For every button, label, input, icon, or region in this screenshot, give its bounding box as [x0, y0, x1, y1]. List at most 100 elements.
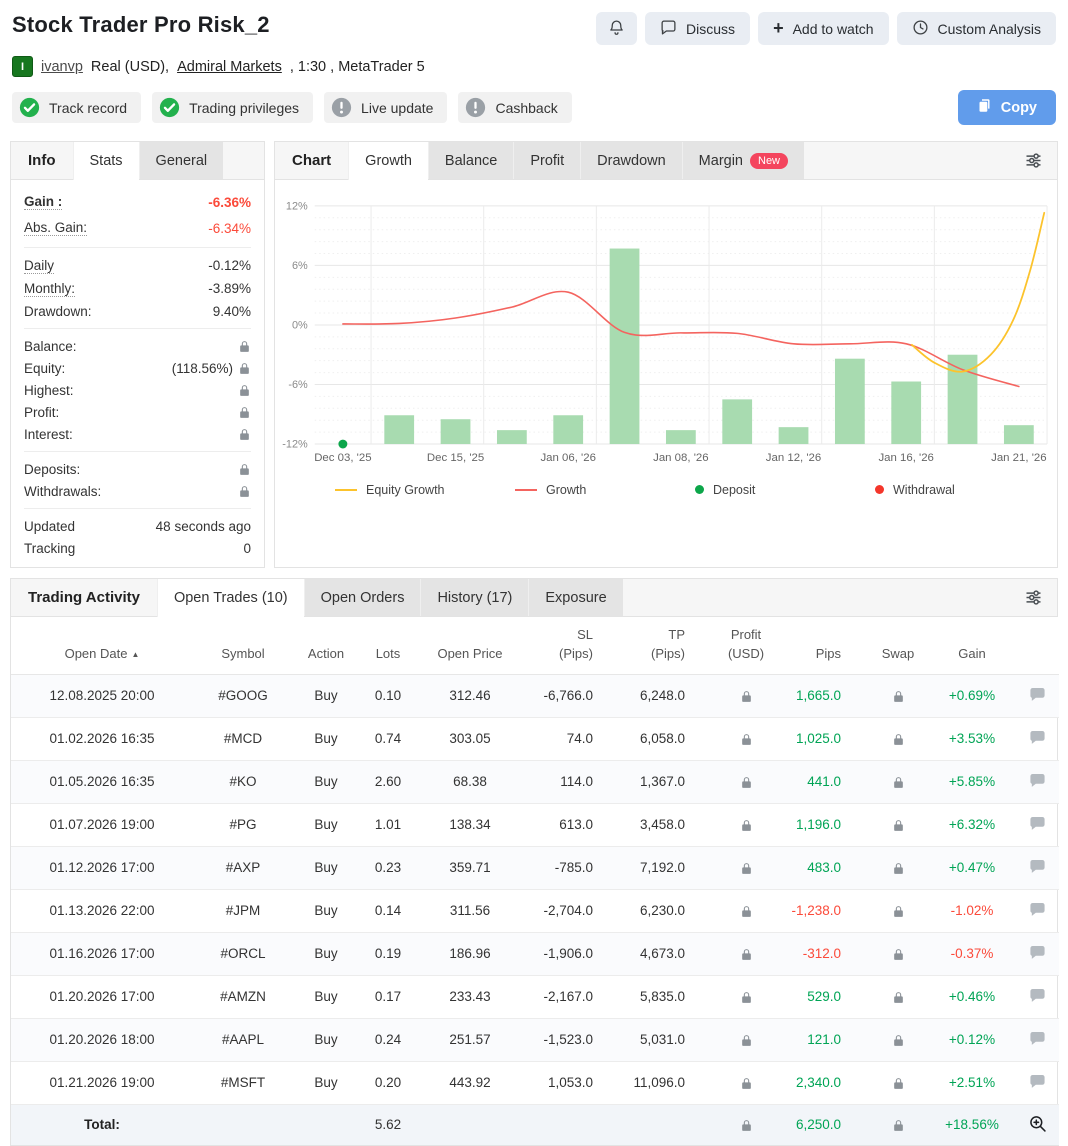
custom-analysis-button[interactable]: Custom Analysis: [897, 12, 1056, 45]
stat-label: Tracking: [24, 541, 75, 556]
discuss-button[interactable]: Discuss: [645, 12, 750, 45]
comment-icon: [1029, 1030, 1046, 1047]
page-root: Stock Trader Pro Risk_2 Discuss + Add to…: [0, 0, 1068, 1146]
info-tab-stats[interactable]: Stats: [73, 142, 139, 180]
pips-cell: 2,340.0: [781, 1061, 867, 1104]
column-header-gain[interactable]: Gain: [929, 617, 1015, 674]
lock-icon: [740, 905, 753, 918]
trading-tab-open-orders[interactable]: Open Orders: [304, 579, 421, 616]
trade-comment-button[interactable]: [1015, 932, 1059, 975]
stat-value: [238, 406, 251, 419]
growth-bar: [666, 430, 696, 444]
status-badge-live-update[interactable]: Live update: [324, 92, 447, 123]
lots-cell: 0.19: [359, 932, 417, 975]
status-badge-label: Trading privileges: [189, 100, 299, 116]
tp-cell: 5,835.0: [619, 975, 711, 1018]
action-cell: Buy: [293, 846, 359, 889]
stat-value: (118.56%): [172, 361, 251, 376]
trading-tab-history-17[interactable]: History (17): [420, 579, 528, 616]
svg-text:-6%: -6%: [288, 379, 308, 391]
symbol-cell: [193, 1104, 293, 1145]
legend-item-withdrawal[interactable]: Withdrawal: [875, 483, 1055, 497]
column-header-open_date[interactable]: Open Date▲: [11, 617, 193, 674]
copy-button[interactable]: Copy: [958, 90, 1056, 125]
legend-item-growth[interactable]: Growth: [515, 483, 695, 497]
pips-cell: 121.0: [781, 1018, 867, 1061]
column-header-action[interactable]: Action: [293, 617, 359, 674]
trading-tab-open-trades-10[interactable]: Open Trades (10): [157, 579, 304, 617]
chart-settings-button[interactable]: [1023, 142, 1057, 179]
trade-row-msft: 01.21.2026 19:00#MSFTBuy0.20443.921,053.…: [11, 1061, 1059, 1104]
chart-tab-balance[interactable]: Balance: [428, 142, 513, 179]
stat-label: Deposits:: [24, 462, 80, 477]
tab-label: History (17): [437, 590, 512, 606]
chart-tab-growth[interactable]: Growth: [348, 142, 428, 180]
trade-row-aapl: 01.20.2026 18:00#AAPLBuy0.24251.57-1,523…: [11, 1018, 1059, 1061]
column-header-lots[interactable]: Lots: [359, 617, 417, 674]
open_price-cell: 303.05: [417, 717, 523, 760]
trade-comment-button[interactable]: [1015, 846, 1059, 889]
trade-comment-button[interactable]: [1015, 975, 1059, 1018]
column-header-profit[interactable]: Profit(USD): [711, 617, 781, 674]
account-broker-link[interactable]: Admiral Markets: [177, 59, 282, 75]
trade-row-axp: 01.12.2026 17:00#AXPBuy0.23359.71-785.07…: [11, 846, 1059, 889]
pips-cell: -312.0: [781, 932, 867, 975]
zoom-in-icon: [1028, 1114, 1047, 1133]
chart-tab-drawdown[interactable]: Drawdown: [580, 142, 682, 179]
stat-row-gain: Gain :-6.36%: [24, 189, 251, 215]
chart-tab-profit[interactable]: Profit: [513, 142, 580, 179]
column-header-open_price[interactable]: Open Price: [417, 617, 523, 674]
trade-comment-button[interactable]: [1015, 1018, 1059, 1061]
trade-comment-button[interactable]: [1015, 717, 1059, 760]
column-header-swap[interactable]: Swap: [867, 617, 929, 674]
account-username-link[interactable]: ivanvp: [41, 59, 83, 75]
plus-icon: +: [773, 19, 784, 37]
sl-cell: [523, 1104, 619, 1145]
account-badge: I: [12, 56, 33, 77]
tab-label: Margin: [699, 153, 743, 169]
column-header-comment[interactable]: [1015, 617, 1059, 674]
trade-comment-button[interactable]: [1015, 803, 1059, 846]
action-cell: Buy: [293, 889, 359, 932]
locked-profit-cell: [711, 803, 781, 846]
lock-icon: [238, 428, 251, 441]
column-header-sl[interactable]: SL(Pips): [523, 617, 619, 674]
legend-label: Deposit: [713, 483, 755, 497]
account-type: Real (USD),: [91, 59, 169, 75]
trade-comment-button[interactable]: [1015, 674, 1059, 717]
legend-item-deposit[interactable]: Deposit: [695, 483, 875, 497]
legend-item-equity-growth[interactable]: Equity Growth: [335, 483, 515, 497]
sl-cell: 114.0: [523, 760, 619, 803]
comment-icon: [1029, 686, 1046, 703]
stat-value: [238, 428, 251, 441]
expand-table-button[interactable]: [1015, 1104, 1059, 1145]
total-row: Total:5.626,250.0+18.56%: [11, 1104, 1059, 1145]
chart-tab-margin[interactable]: MarginNew: [682, 142, 804, 179]
notifications-button[interactable]: [596, 12, 637, 45]
sl-cell: -2,704.0: [523, 889, 619, 932]
column-header-symbol[interactable]: Symbol: [193, 617, 293, 674]
status-badges: Track record Trading privileges Live updat…: [12, 92, 572, 123]
trade-comment-button[interactable]: [1015, 1061, 1059, 1104]
lock-icon: [892, 819, 905, 832]
stat-row-monthly: Monthly:-3.89%: [24, 277, 251, 300]
lock-icon: [238, 463, 251, 476]
tp-cell: 3,458.0: [619, 803, 711, 846]
info-tab-general[interactable]: General: [139, 142, 224, 179]
add-to-watch-button[interactable]: + Add to watch: [758, 12, 888, 45]
gain-cell: +3.53%: [929, 717, 1015, 760]
svg-text:Dec 03, '25: Dec 03, '25: [314, 452, 371, 464]
status-badge-trading-privileges[interactable]: Trading privileges: [152, 92, 313, 123]
lock-icon: [740, 819, 753, 832]
trading-settings-button[interactable]: [1023, 579, 1057, 616]
comment-icon: [1029, 944, 1046, 961]
gain-cell: +5.85%: [929, 760, 1015, 803]
status-badge-cashback[interactable]: Cashback: [458, 92, 571, 123]
trade-comment-button[interactable]: [1015, 889, 1059, 932]
trade-comment-button[interactable]: [1015, 760, 1059, 803]
trading-tab-exposure[interactable]: Exposure: [528, 579, 622, 616]
check-circle-icon: [19, 97, 40, 118]
status-badge-track-record[interactable]: Track record: [12, 92, 141, 123]
column-header-tp[interactable]: TP(Pips): [619, 617, 711, 674]
column-header-pips[interactable]: Pips: [781, 617, 867, 674]
